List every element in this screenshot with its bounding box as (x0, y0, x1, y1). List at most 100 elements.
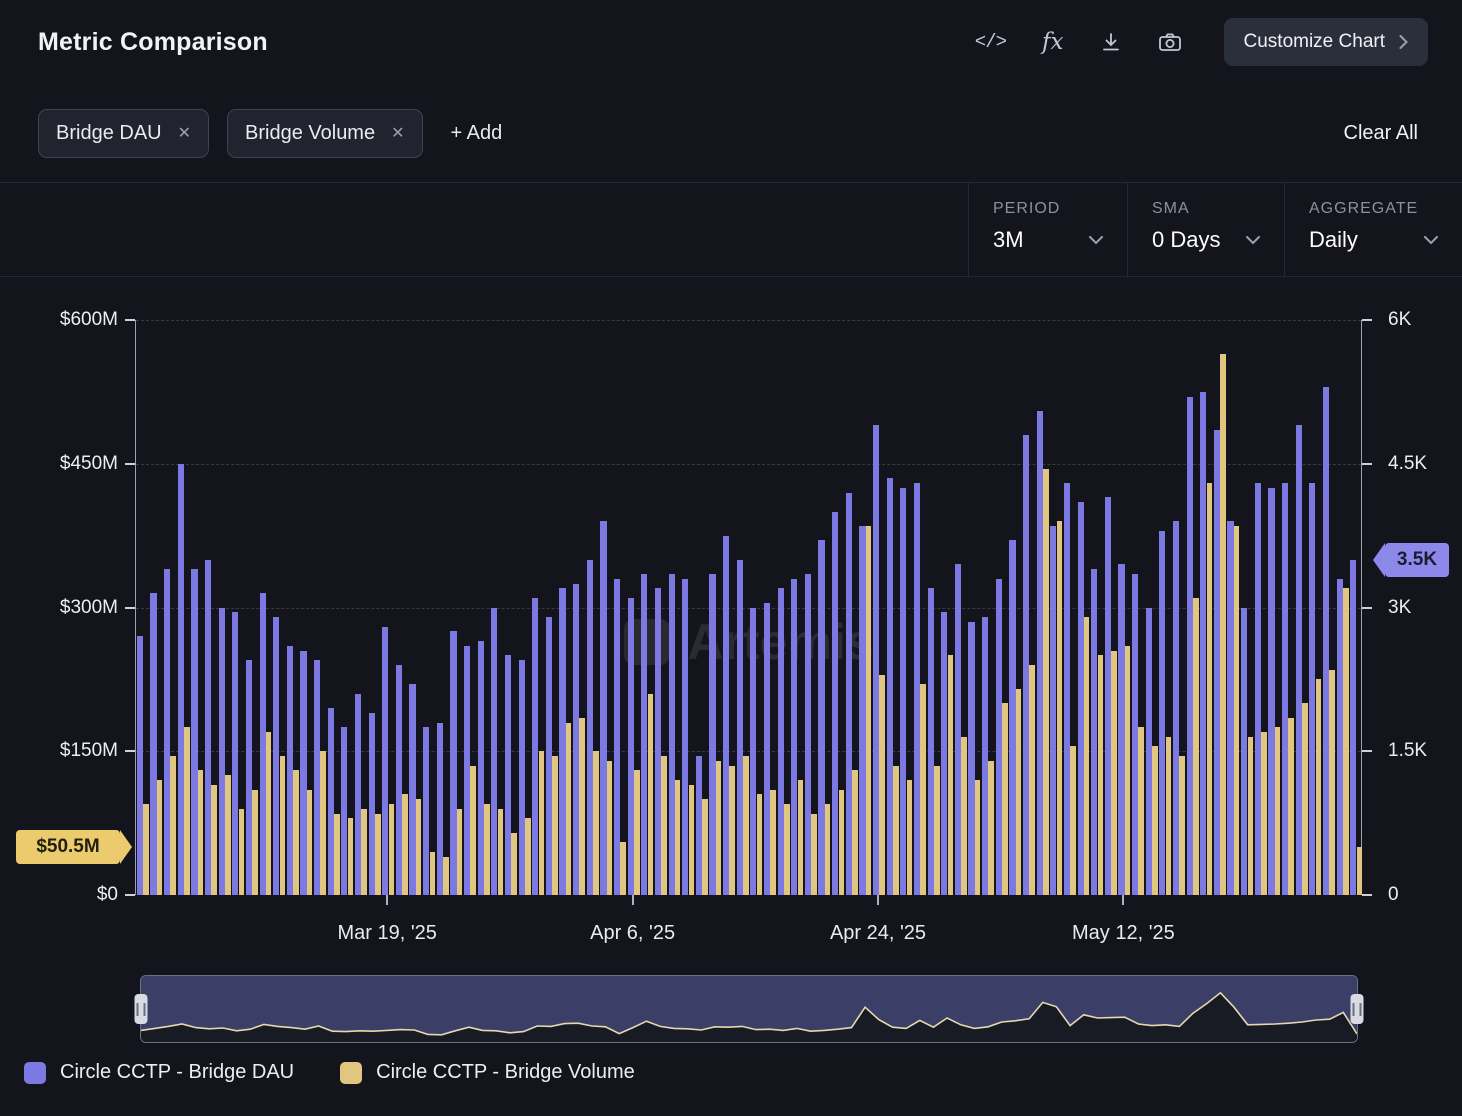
volume-bar[interactable] (429, 851, 436, 895)
volume-bar[interactable] (988, 760, 995, 895)
dau-bar[interactable] (791, 578, 798, 895)
dau-bar[interactable] (682, 578, 689, 895)
volume-bar[interactable] (920, 684, 926, 895)
dau-bar[interactable] (1336, 578, 1343, 895)
dau-bar[interactable] (177, 463, 184, 895)
volume-bar[interactable] (661, 756, 667, 895)
volume-bar[interactable] (1165, 736, 1172, 895)
volume-bar[interactable] (1302, 703, 1308, 895)
volume-bar[interactable] (334, 813, 340, 895)
dau-bar[interactable] (136, 636, 143, 895)
legend-item-bridge-volume[interactable]: Circle CCTP - Bridge Volume (340, 1061, 635, 1084)
plot-area[interactable]: Artemis (125, 319, 1372, 896)
dau-bar[interactable] (709, 573, 716, 895)
volume-bar[interactable] (265, 732, 272, 895)
dau-bar[interactable] (859, 526, 866, 895)
dau-bar[interactable] (518, 660, 525, 895)
dau-bar[interactable] (423, 727, 430, 895)
dau-bar[interactable] (873, 425, 880, 895)
dau-bar[interactable] (641, 573, 648, 895)
dau-bar[interactable] (777, 588, 784, 895)
volume-bar[interactable] (838, 789, 845, 895)
dau-bar[interactable] (1036, 411, 1043, 895)
volume-bar[interactable] (947, 655, 954, 895)
dau-bar[interactable] (532, 597, 539, 895)
dau-bar[interactable] (1091, 569, 1098, 895)
volume-bar[interactable] (225, 775, 231, 895)
volume-bar[interactable] (865, 526, 872, 895)
chip-bridge-volume[interactable]: Bridge Volume ✕ (227, 108, 423, 158)
dau-bar[interactable] (1118, 564, 1125, 895)
screenshot-icon[interactable] (1158, 31, 1182, 53)
dau-bar[interactable] (327, 708, 334, 895)
dau-bar[interactable] (1063, 482, 1071, 895)
dau-bar[interactable] (382, 626, 389, 895)
customize-chart-button[interactable]: Customize Chart (1223, 18, 1428, 66)
volume-bar[interactable] (1288, 717, 1294, 895)
volume-bar[interactable] (415, 799, 422, 895)
dau-bar[interactable] (913, 482, 921, 895)
dau-bar[interactable] (409, 684, 416, 895)
volume-bar[interactable] (1342, 588, 1349, 895)
volume-bar[interactable] (797, 780, 804, 895)
dau-bar[interactable] (1213, 430, 1221, 895)
volume-bar[interactable] (1247, 736, 1254, 895)
volume-bar[interactable] (579, 717, 586, 895)
volume-bar[interactable] (1220, 353, 1226, 895)
dau-bar[interactable] (300, 650, 307, 895)
dau-bar[interactable] (736, 559, 743, 895)
volume-bar[interactable] (743, 756, 749, 895)
volume-bar[interactable] (1002, 703, 1008, 895)
volume-bar[interactable] (893, 765, 899, 895)
volume-bar[interactable] (1192, 597, 1199, 895)
volume-bar[interactable] (402, 794, 408, 895)
volume-bar[interactable] (279, 756, 286, 895)
dau-bar[interactable] (1295, 425, 1302, 895)
dau-bar[interactable] (450, 631, 457, 895)
dau-bar[interactable] (995, 578, 1002, 895)
volume-bar[interactable] (443, 856, 449, 895)
volume-bar[interactable] (756, 794, 763, 895)
dau-bar[interactable] (259, 593, 266, 895)
dau-bar[interactable] (1254, 482, 1261, 895)
download-icon[interactable] (1100, 31, 1122, 53)
volume-bar[interactable] (156, 780, 163, 895)
dau-bar[interactable] (832, 511, 839, 895)
volume-bar[interactable] (143, 803, 149, 895)
dau-bar[interactable] (1200, 391, 1207, 895)
dau-bar[interactable] (354, 693, 362, 895)
formula-icon[interactable]: fx (1042, 29, 1063, 55)
dau-bar[interactable] (1159, 530, 1166, 895)
dau-bar[interactable] (204, 559, 212, 895)
volume-bar[interactable] (1083, 617, 1090, 895)
volume-bar[interactable] (933, 765, 940, 895)
dau-bar[interactable] (627, 597, 634, 895)
volume-bar[interactable] (1124, 645, 1131, 895)
dau-bar[interactable] (273, 617, 280, 895)
volume-bar[interactable] (374, 813, 381, 895)
dau-bar[interactable] (1022, 435, 1030, 895)
dau-bar[interactable] (1172, 521, 1180, 895)
volume-bar[interactable] (197, 770, 204, 895)
volume-bar[interactable] (1111, 650, 1117, 895)
dau-bar[interactable] (1186, 396, 1193, 895)
dau-bar[interactable] (1104, 497, 1111, 895)
volume-bar[interactable] (1056, 521, 1063, 895)
volume-bar[interactable] (961, 736, 967, 895)
volume-bar[interactable] (1152, 746, 1158, 895)
dau-bar[interactable] (245, 660, 253, 895)
dau-bar[interactable] (954, 564, 961, 895)
volume-bar[interactable] (824, 803, 831, 895)
dau-bar[interactable] (314, 660, 321, 895)
dau-bar[interactable] (150, 593, 157, 895)
navigator-track[interactable] (141, 976, 1357, 1042)
dau-bar[interactable] (559, 588, 566, 895)
volume-bar[interactable] (1233, 526, 1240, 895)
volume-bar[interactable] (1029, 665, 1035, 895)
volume-bar[interactable] (497, 808, 504, 895)
dau-bar[interactable] (1145, 607, 1152, 895)
volume-bar[interactable] (511, 832, 517, 895)
dau-bar[interactable] (1077, 502, 1084, 895)
dau-bar[interactable] (927, 588, 934, 895)
dau-bar[interactable] (1009, 540, 1016, 895)
